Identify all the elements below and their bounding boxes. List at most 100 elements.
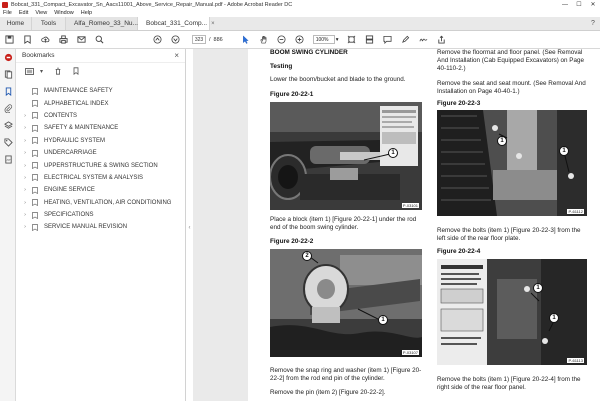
fit-page-icon[interactable] — [342, 31, 360, 49]
next-page-icon[interactable] — [166, 31, 184, 49]
bookmark-item[interactable]: › HEATING, VENTILATION, AIR CONDITIONING — [16, 197, 185, 209]
figure-callout: 1 — [378, 315, 388, 325]
hand-tool-icon[interactable] — [255, 31, 273, 49]
menu-window[interactable]: Window — [54, 10, 74, 16]
figure-callout: 2 — [302, 251, 312, 261]
figure-callout: 1 — [497, 136, 507, 146]
maximize-button[interactable]: ☐ — [572, 1, 586, 8]
signatures-icon[interactable] — [0, 151, 16, 168]
bookmarks-tools: ▾ — [16, 63, 185, 79]
comment-icon[interactable] — [378, 31, 396, 49]
layers-icon[interactable] — [0, 117, 16, 134]
subsection-title: Testing — [270, 63, 293, 70]
bookmark-icon — [32, 112, 38, 120]
bookmark-label: SAFETY & MAINTENANCE — [44, 125, 119, 132]
document-viewer[interactable]: BOOM SWING CYLINDER Testing Lower the bo… — [193, 49, 600, 401]
delete-bookmark-icon[interactable] — [51, 66, 65, 76]
chevron-right-icon[interactable]: › — [20, 125, 30, 131]
highlight-pen-icon[interactable] — [396, 31, 414, 49]
paragraph: Remove the bolts (item 1) [Figure 20-22-… — [437, 376, 581, 392]
chevron-right-icon[interactable]: › — [20, 200, 30, 206]
bookmark-label: CONTENTS — [44, 112, 77, 119]
bookmarks-header: Bookmarks × — [16, 49, 185, 63]
zoom-value[interactable]: 100% — [312, 35, 335, 44]
bookmark-add-icon[interactable] — [18, 31, 36, 49]
chevron-down-icon[interactable]: ▾ — [40, 68, 43, 75]
new-bookmark-icon[interactable] — [69, 66, 83, 76]
chevron-right-icon[interactable]: › — [20, 138, 30, 144]
scroll-mode-icon[interactable] — [360, 31, 378, 49]
figure-20-22-3: 1 1 P-61112 — [437, 110, 587, 216]
bookmark-icon — [32, 149, 38, 157]
figure-code: P-03107 — [401, 350, 419, 355]
zoom-search-icon[interactable] — [90, 31, 108, 49]
bookmark-item[interactable]: › UNDERCARRIAGE — [16, 147, 185, 159]
bookmark-options-icon[interactable] — [22, 66, 36, 76]
figure-callout: 1 — [559, 146, 569, 156]
title-bar: Bobcat_331_Compact_Excavator_Sn_Aacs1100… — [0, 0, 600, 9]
current-page-input[interactable]: 323 — [192, 35, 206, 44]
tab-home[interactable]: Home — [0, 17, 32, 30]
tab-tools[interactable]: Tools — [32, 17, 66, 30]
figure-20-22-1: 1 P-03101 — [270, 102, 422, 210]
bookmark-item[interactable]: ›ALPHABETICAL INDEX — [16, 97, 185, 109]
figure-code: P-03101 — [401, 203, 419, 208]
menu-file[interactable]: File — [3, 10, 12, 16]
close-window-button[interactable]: ✕ — [586, 1, 600, 8]
save-icon[interactable] — [0, 31, 18, 49]
chevron-right-icon[interactable]: › — [20, 224, 30, 230]
upload-cloud-icon[interactable] — [36, 31, 54, 49]
chevron-right-icon[interactable]: › — [20, 175, 30, 181]
total-pages: 886 — [213, 36, 223, 43]
previous-page-icon[interactable] — [148, 31, 166, 49]
toolbar: 323 / 886 100% ▾ — [0, 31, 600, 49]
close-icon[interactable]: × — [174, 51, 179, 60]
figure-label: Figure 20-22-4 — [437, 248, 481, 255]
chevron-down-icon[interactable]: ▾ — [336, 37, 339, 43]
figure-callout: 1 — [533, 283, 543, 293]
share-icon[interactable] — [432, 31, 450, 49]
select-cursor-icon[interactable] — [237, 31, 255, 49]
bookmark-item[interactable]: › ENGINE SERVICE — [16, 184, 185, 196]
pdf-page: BOOM SWING CYLINDER Testing Lower the bo… — [248, 49, 600, 401]
bookmark-list: ›MAINTENANCE SAFETY›ALPHABETICAL INDEX › C… — [16, 79, 185, 234]
acrobat-window: Bobcat_331_Compact_Excavator_Sn_Aacs1100… — [0, 0, 600, 401]
bookmark-item[interactable]: › HYDRAULIC SYSTEM — [16, 135, 185, 147]
help-icon[interactable]: ? — [586, 17, 600, 30]
zoom-selector[interactable]: 100% ▾ — [312, 35, 339, 44]
minimize-button[interactable]: — — [558, 2, 572, 8]
chevron-right-icon[interactable]: › — [20, 163, 30, 169]
figure-label: Figure 20-22-2 — [270, 238, 314, 245]
bookmark-item[interactable]: › CONTENTS — [16, 110, 185, 122]
bookmark-item[interactable]: ›MAINTENANCE SAFETY — [16, 85, 185, 97]
tab-document-alfa[interactable]: Alfa_Romeo_33_Nu... × — [66, 17, 145, 30]
collapse-panel-handle[interactable]: ‹ — [186, 222, 193, 234]
menu-view[interactable]: View — [35, 10, 47, 16]
tab-document-bobcat[interactable]: Bobcat_331_Comp... × — [138, 17, 215, 30]
bookmarks-panel-icon[interactable] — [0, 83, 16, 100]
bookmark-item[interactable]: › SAFETY & MAINTENANCE — [16, 122, 185, 134]
draw-signature-icon[interactable] — [414, 31, 432, 49]
menu-help[interactable]: Help — [81, 10, 92, 16]
page-thumbnails-icon[interactable] — [0, 66, 16, 83]
chevron-right-icon[interactable]: › — [20, 150, 30, 156]
chevron-right-icon[interactable]: › — [20, 212, 30, 218]
figure-callout: 1 — [549, 313, 559, 323]
bookmark-item[interactable]: › UPPERSTRUCTURE & SWING SECTION — [16, 159, 185, 171]
tags-icon[interactable] — [0, 134, 16, 151]
window-title: Bobcat_331_Compact_Excavator_Sn_Aacs1100… — [11, 1, 293, 8]
bookmark-item[interactable]: › ELECTRICAL SYSTEM & ANALYSIS — [16, 172, 185, 184]
tab-bar: Home Tools Alfa_Romeo_33_Nu... × Bobcat_… — [0, 17, 600, 31]
stop-icon[interactable] — [0, 49, 16, 66]
menu-edit[interactable]: Edit — [19, 10, 28, 16]
chevron-right-icon[interactable]: › — [20, 113, 30, 119]
print-icon[interactable] — [54, 31, 72, 49]
email-icon[interactable] — [72, 31, 90, 49]
bookmark-item[interactable]: › SPECIFICATIONS — [16, 209, 185, 221]
attachments-icon[interactable] — [0, 100, 16, 117]
bookmark-item[interactable]: › SERVICE MANUAL REVISION — [16, 221, 185, 233]
figure-code: P-61113 — [567, 358, 584, 363]
zoom-out-icon[interactable] — [273, 31, 291, 49]
chevron-right-icon[interactable]: › — [20, 187, 30, 193]
zoom-in-icon[interactable] — [291, 31, 309, 49]
